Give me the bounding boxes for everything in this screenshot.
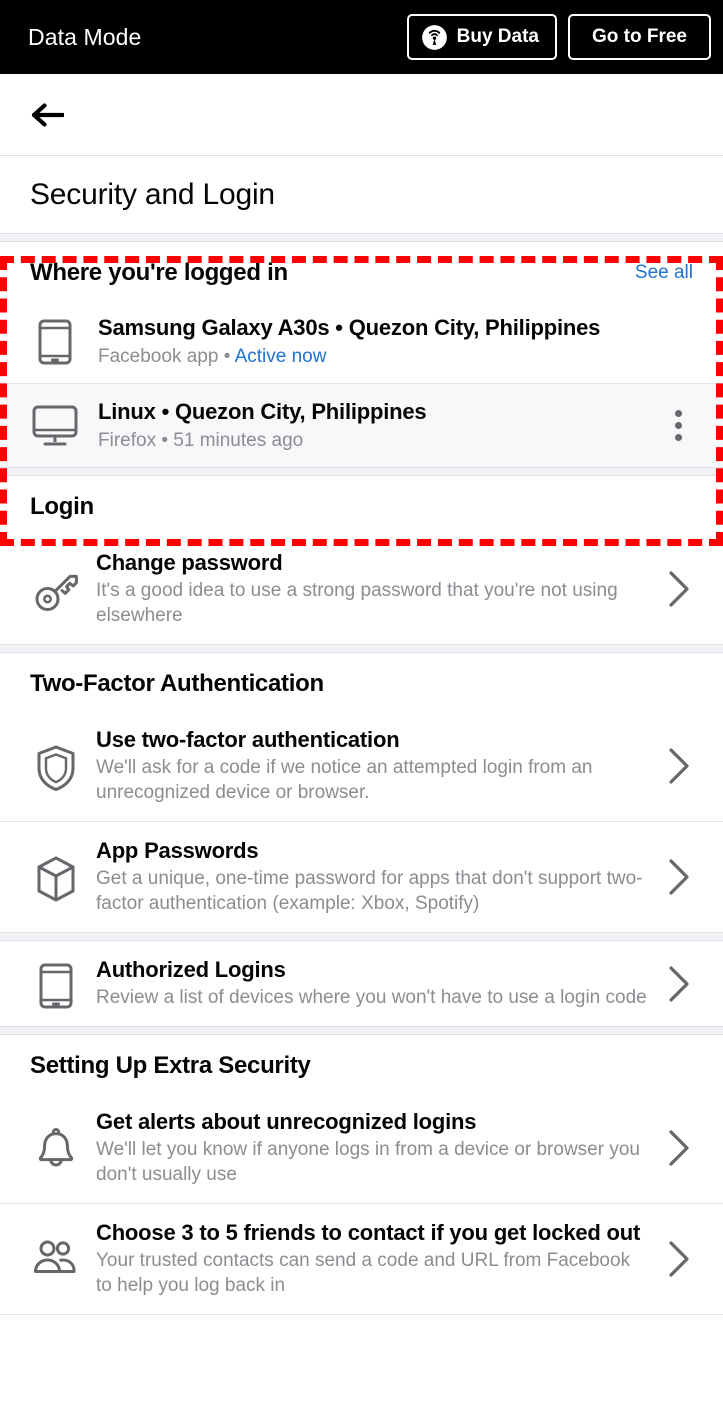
chevron-right-icon[interactable] [655,1128,703,1168]
setting-row-authorized-logins[interactable]: Authorized Logins Review a list of devic… [0,941,723,1027]
device-title: Samsung Galaxy A30s • Quezon City, Phili… [98,315,601,340]
mobile-phone-icon [28,959,84,1009]
setting-row-app-passwords[interactable]: App Passwords Get a unique, one-time pas… [0,822,723,933]
setting-text: Authorized Logins Review a list of devic… [96,957,655,1010]
setting-title: Change password [96,550,283,576]
where-logged-in-heading: Where you're logged in [30,259,288,286]
desktop-monitor-icon [28,405,82,447]
row-divider [0,1314,723,1316]
back-arrow-icon[interactable] [30,100,64,130]
buy-data-button[interactable]: Buy Data [406,14,557,60]
setting-row-login-alerts[interactable]: Get alerts about unrecognized logins We'… [0,1093,723,1204]
bell-icon [28,1122,84,1174]
page-title-container: Security and Login [0,156,723,233]
setting-row-change-password[interactable]: Change password It's a good idea to use … [0,534,723,645]
nav-bar [0,74,723,156]
device-subtitle: Facebook app • Active now [98,344,701,370]
setting-text: App Passwords Get a unique, one-time pas… [96,838,655,916]
setting-text: Get alerts about unrecognized logins We'… [96,1109,655,1187]
go-to-free-label: Go to Free [591,26,687,47]
device-subtitle: Firefox • 51 minutes ago [98,429,304,451]
setting-text: Choose 3 to 5 friends to contact if you … [96,1220,655,1298]
device-row[interactable]: Samsung Galaxy A30s • Quezon City, Phili… [0,300,723,384]
setting-description: Review a list of devices where you won't… [96,987,647,1009]
kebab-dot [674,410,682,418]
shield-icon [28,740,84,792]
kebab-dot [674,422,682,430]
data-mode-title: Data Mode [28,23,142,50]
login-section-header: Login [0,476,723,535]
device-row[interactable]: Linux • Quezon City, Philippines Firefox… [0,384,723,468]
section-divider [0,233,723,242]
setting-row-use-two-factor[interactable]: Use two-factor authentication We'll ask … [0,711,723,822]
setting-title: Choose 3 to 5 friends to contact if you … [96,1220,641,1246]
device-info: Samsung Galaxy A30s • Quezon City, Phili… [98,314,701,369]
extra-security-section-heading: Setting Up Extra Security [30,1052,311,1080]
friends-icon [28,1235,84,1283]
chevron-right-icon[interactable] [655,1239,703,1279]
setting-description: Your trusted contacts can send a code an… [96,1249,631,1297]
login-section-heading: Login [30,493,94,521]
extra-security-section-header: Setting Up Extra Security [0,1035,723,1094]
two-factor-section-heading: Two-Factor Authentication [30,670,324,698]
setting-row-trusted-contacts[interactable]: Choose 3 to 5 friends to contact if you … [0,1204,723,1315]
device-title: Linux • Quezon City, Philippines [98,399,427,425]
key-icon [28,563,84,615]
two-factor-section-header: Two-Factor Authentication [0,653,723,712]
active-now-link[interactable]: Active now [235,346,327,367]
setting-description: We'll ask for a code if we notice an att… [96,757,593,804]
section-divider [0,932,723,942]
kebab-menu-icon[interactable] [655,410,701,442]
setting-description: It's a good idea to use a strong passwor… [96,580,618,627]
section-divider [0,1026,723,1036]
setting-description: We'll let you know if anyone logs in fro… [96,1138,640,1186]
setting-description: Get a unique, one-time password for apps… [96,868,643,915]
chevron-right-icon[interactable] [655,964,703,1004]
setting-text: Change password It's a good idea to use … [96,550,655,628]
setting-title: Authorized Logins [96,957,286,983]
security-and-login-screen: Data Mode Buy Data Go to Free Security a… [0,0,723,1425]
buy-data-label: Buy Data [456,26,539,47]
chevron-right-icon[interactable] [655,746,703,786]
section-divider [0,467,723,477]
device-info: Linux • Quezon City, Philippines Firefox… [98,398,655,453]
section-divider [0,644,723,654]
setting-text: Use two-factor authentication We'll ask … [96,727,655,805]
see-all-link[interactable]: See all [635,262,693,284]
go-to-free-button[interactable]: Go to Free [567,14,711,60]
device-sub-prefix: Facebook app • [98,345,235,367]
kebab-dot [674,434,682,442]
setting-title: App Passwords [96,838,259,864]
page-title: Security and Login [30,177,275,211]
mobile-phone-icon [28,319,82,365]
data-mode-bar: Data Mode Buy Data Go to Free [0,0,723,74]
cube-icon [28,851,84,903]
where-logged-in-header: Where you're logged in See all [0,242,723,300]
broadcast-icon [421,24,448,51]
setting-title: Use two-factor authentication [96,727,400,753]
setting-title: Get alerts about unrecognized logins [96,1109,477,1135]
chevron-right-icon[interactable] [655,569,703,609]
chevron-right-icon[interactable] [655,857,703,897]
